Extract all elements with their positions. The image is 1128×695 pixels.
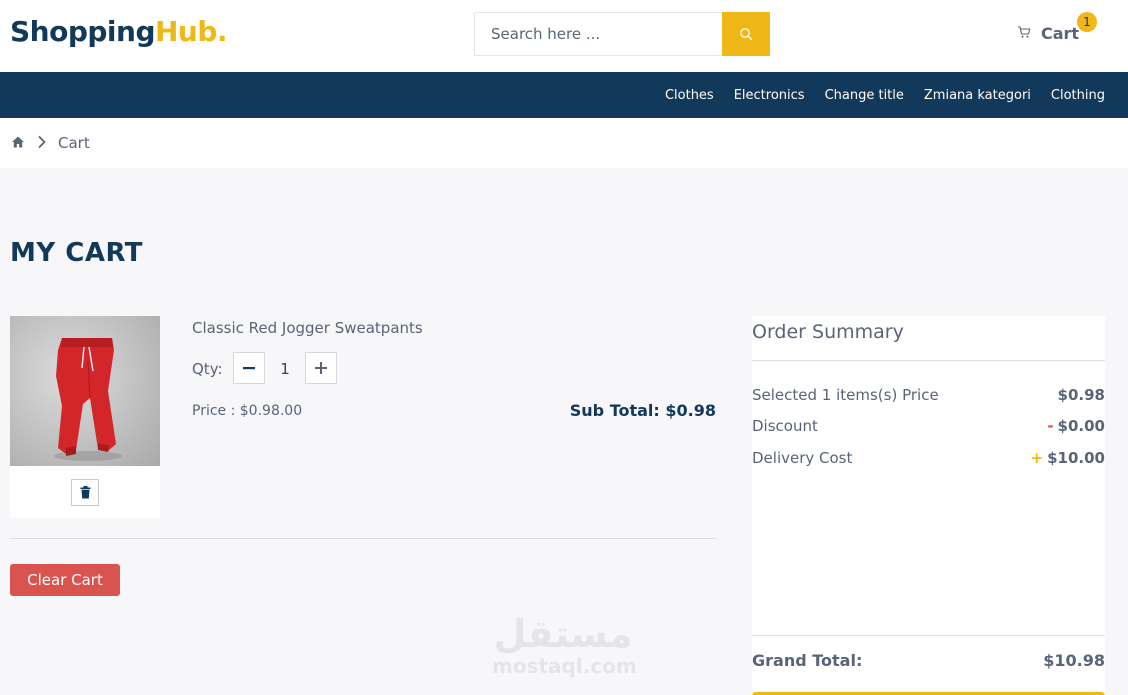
page-title: MY CART <box>10 238 144 268</box>
discount-sign: - <box>1047 417 1054 435</box>
logo-text-primary: Shopping <box>10 15 156 48</box>
category-nav-list: Clothes Electronics Change title Zmiana … <box>665 72 1105 118</box>
home-icon <box>12 136 24 148</box>
cart-link[interactable]: Cart 1 <box>1017 12 1107 48</box>
search-button[interactable] <box>722 12 770 56</box>
clear-cart-button[interactable]: Clear Cart <box>10 564 120 596</box>
nav-item-clothes[interactable]: Clothes <box>665 88 714 103</box>
cart-label: Cart <box>1041 24 1080 43</box>
summary-divider-bottom <box>752 635 1105 636</box>
home-link[interactable] <box>11 134 25 153</box>
cart-divider <box>10 538 716 539</box>
cart-count-badge: 1 <box>1077 12 1097 32</box>
item-subtotal: Sub Total: $0.98 <box>569 401 716 420</box>
nav-item-zmiana-kategori[interactable]: Zmiana kategori <box>924 88 1031 103</box>
plus-icon <box>315 362 327 374</box>
quantity-increase-button[interactable] <box>305 352 337 384</box>
product-image[interactable] <box>10 316 160 466</box>
order-summary: Order Summary Selected 1 items(s) Price … <box>752 316 1105 695</box>
summary-delivery-value: + $10.00 <box>1031 449 1105 467</box>
logo-text-accent: Hub. <box>155 15 228 48</box>
grand-total-value: $10.98 <box>1043 651 1105 670</box>
search-input[interactable] <box>474 12 722 56</box>
cart-icon <box>1018 26 1031 38</box>
product-actions <box>10 466 160 518</box>
watermark: مستقل mostaql.com <box>492 612 637 682</box>
summary-discount-label: Discount <box>752 417 818 435</box>
summary-divider-top <box>752 360 1105 361</box>
jogger-pants-image <box>54 338 122 461</box>
nav-item-change-title[interactable]: Change title <box>825 88 904 103</box>
breadcrumb: Cart <box>0 118 1128 168</box>
product-name[interactable]: Classic Red Jogger Sweatpants <box>192 319 423 337</box>
top-header: ShoppingHub. Cart 1 <box>0 0 1128 72</box>
summary-delivery-amount: $10.00 <box>1047 449 1105 467</box>
quantity-label: Qty: <box>192 360 223 378</box>
unit-price: Price : $0.98.00 <box>192 403 303 419</box>
summary-items-price-amount: $0.98 <box>1057 386 1105 404</box>
quantity-value: 1 <box>280 360 290 378</box>
delivery-sign: + <box>1030 449 1044 467</box>
search-icon <box>740 28 753 41</box>
summary-discount-amount: $0.00 <box>1057 417 1105 435</box>
watermark-latin: mostaql.com <box>492 654 637 678</box>
logo[interactable]: ShoppingHub. <box>10 15 228 48</box>
delete-item-button[interactable] <box>71 479 99 506</box>
minus-icon <box>243 367 255 370</box>
watermark-arabic: مستقل <box>493 612 633 656</box>
order-summary-title: Order Summary <box>752 321 904 343</box>
nav-item-electronics[interactable]: Electronics <box>734 88 805 103</box>
summary-discount-value: - $0.00 <box>1047 417 1105 435</box>
search-bar <box>474 12 770 56</box>
quantity-decrease-button[interactable] <box>233 352 265 384</box>
trash-icon <box>80 486 90 499</box>
category-nav: Clothes Electronics Change title Zmiana … <box>0 72 1128 118</box>
grand-total-label: Grand Total: <box>752 651 863 670</box>
summary-delivery-label: Delivery Cost <box>752 449 853 467</box>
chevron-right-icon <box>37 134 47 153</box>
nav-item-clothing[interactable]: Clothing <box>1051 88 1105 103</box>
breadcrumb-current: Cart <box>58 134 90 152</box>
summary-items-price-value: $0.98 <box>1058 386 1105 404</box>
summary-items-price-label: Selected 1 items(s) Price <box>752 386 939 404</box>
